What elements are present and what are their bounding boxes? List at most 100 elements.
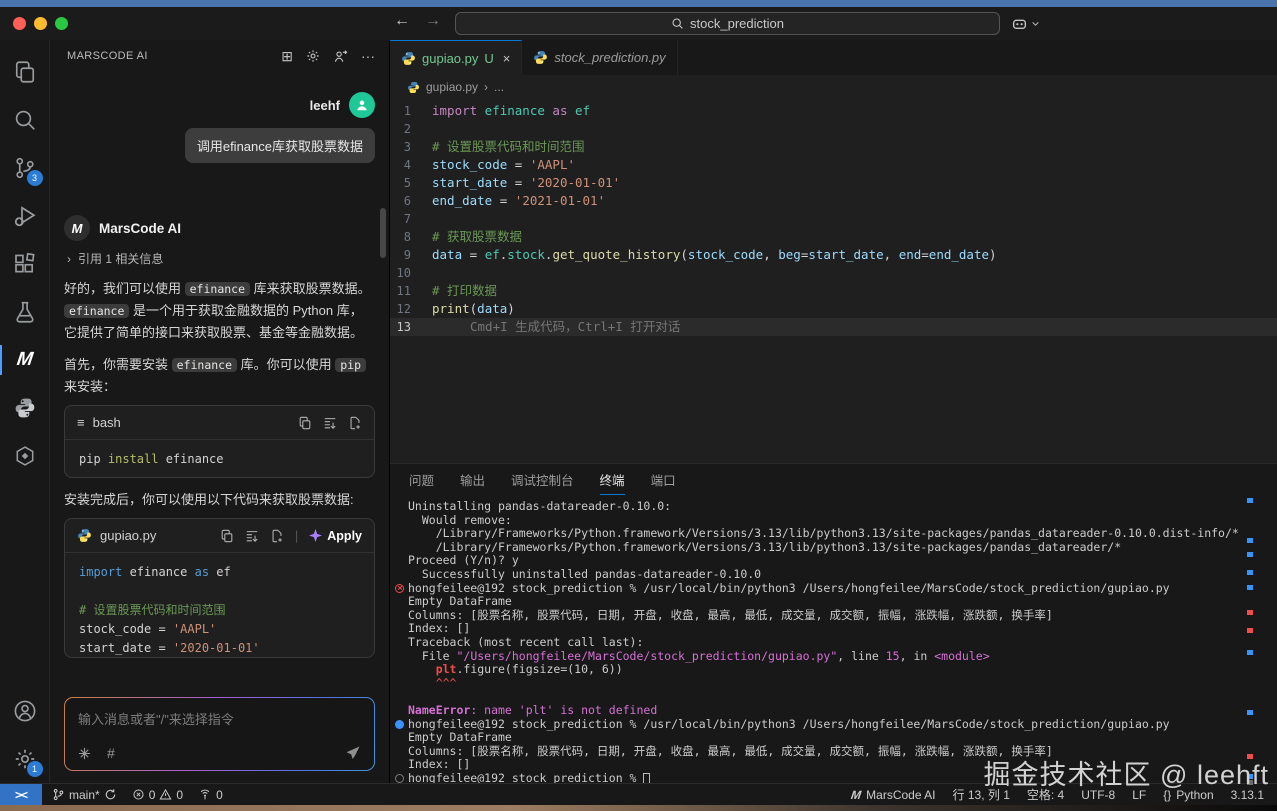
code-line: start_date = '2020-01-01' xyxy=(79,639,360,658)
terminal-line: Empty DataFrame xyxy=(408,731,1241,745)
forward-icon[interactable]: → xyxy=(425,12,441,30)
code-line: stock_code = 'AAPL' xyxy=(79,620,360,639)
terminal-line: Proceed (Y/n)? y xyxy=(408,554,1241,568)
chevron-right-icon: › xyxy=(67,252,71,266)
traffic-lights xyxy=(13,17,68,30)
settings-button[interactable]: 1 xyxy=(0,735,50,783)
terminal-line: /Library/Frameworks/Python.framework/Ver… xyxy=(408,527,1241,541)
terminal-overview-mark xyxy=(1247,498,1253,503)
bash-code-block: ≡ bash xyxy=(64,405,375,478)
terminal-line: Would remove: xyxy=(408,514,1241,528)
chat-input-placeholder: 输入消息或者"/"来选择指令 xyxy=(78,712,234,727)
command-decoration-pending[interactable] xyxy=(395,774,404,783)
marscode-status[interactable]: M MarsCode AI xyxy=(851,788,935,802)
panel-tab-terminal[interactable]: 终端 xyxy=(600,464,625,495)
account-button[interactable] xyxy=(0,687,50,735)
command-decoration-ok[interactable] xyxy=(395,720,404,729)
editor-line: 13Cmd+I 生成代码，Ctrl+I 打开对话 xyxy=(390,318,1277,336)
tab-bar: gupiao.py U × stock_prediction.py xyxy=(390,40,1277,75)
copilot-menu[interactable] xyxy=(1011,15,1040,32)
commands-sparkle-icon[interactable] xyxy=(78,747,91,760)
panel-settings-icon[interactable] xyxy=(306,49,320,63)
search-text: stock_prediction xyxy=(690,16,784,31)
sidebar-item-python[interactable] xyxy=(0,384,50,432)
sidebar-scrollbar[interactable] xyxy=(380,208,386,258)
broadcast-count: 0 xyxy=(216,788,223,802)
breadcrumb[interactable]: gupiao.py › ... xyxy=(390,75,1277,99)
context-hash-icon[interactable]: # xyxy=(107,745,115,761)
chevron-right-icon: › xyxy=(484,80,488,94)
hexagon-extension-icon xyxy=(14,445,36,467)
panel-tab-bar: 问题 输出 调试控制台 终端 端口 xyxy=(390,464,1277,495)
reference-toggle[interactable]: › 引用 1 相关信息 xyxy=(64,250,375,267)
panel-tab-ports[interactable]: 端口 xyxy=(651,464,676,495)
copy-icon[interactable] xyxy=(298,416,312,430)
panel-tab-debug-console[interactable]: 调试控制台 xyxy=(511,464,574,495)
inline-code: efinance xyxy=(185,282,250,296)
code-line xyxy=(79,582,360,601)
problems-status[interactable]: 0 0 xyxy=(132,788,183,802)
tab-gupiao[interactable]: gupiao.py U × xyxy=(390,40,522,75)
panel-tab-problems[interactable]: 问题 xyxy=(409,464,434,495)
sidebar-item-search[interactable] xyxy=(0,96,50,144)
code-editor[interactable]: 1import efinance as ef23# 设置股票代码和时间范围4st… xyxy=(390,99,1277,463)
minimize-window-button[interactable] xyxy=(34,17,47,30)
user-message-bubble: 调用efinance库获取股票数据 xyxy=(185,128,375,163)
assistant-header: M MarsCode AI xyxy=(64,215,375,241)
search-icon xyxy=(13,108,37,132)
maximize-window-button[interactable] xyxy=(55,17,68,30)
editor-line: 9data = ef.stock.get_quote_history(stock… xyxy=(390,246,1277,264)
close-window-button[interactable] xyxy=(13,17,26,30)
broadcast-status[interactable]: 0 xyxy=(198,788,223,802)
editor-line: 2 xyxy=(390,120,1277,138)
terminal-cursor xyxy=(643,773,650,783)
sidebar-item-run-debug[interactable] xyxy=(0,192,50,240)
insert-at-cursor-icon[interactable] xyxy=(245,529,259,543)
activity-bar: 3 M xyxy=(0,40,50,783)
terminal-line: Columns: [股票名称, 股票代码, 日期, 开盘, 收盘, 最高, 最低… xyxy=(408,609,1241,623)
new-chat-icon[interactable]: ⊞ xyxy=(281,48,293,65)
command-center-search[interactable]: stock_prediction xyxy=(455,12,1000,35)
branch-status[interactable]: main* xyxy=(52,788,117,802)
sidebar-item-extensions[interactable] xyxy=(0,240,50,288)
panel-tab-output[interactable]: 输出 xyxy=(460,464,485,495)
editor-line: 12print(data) xyxy=(390,300,1277,318)
apply-button[interactable]: Apply xyxy=(309,529,362,543)
feedback-icon[interactable] xyxy=(333,49,348,64)
insert-at-cursor-icon[interactable] xyxy=(323,416,337,430)
editor-line: 5start_date = '2020-01-01' xyxy=(390,174,1277,192)
back-icon[interactable]: ← xyxy=(394,12,410,30)
python-icon xyxy=(14,397,36,419)
assistant-paragraph: 好的，我们可以使用 efinance 库来获取股票数据。efinance 是一个… xyxy=(64,278,375,343)
send-icon[interactable] xyxy=(345,745,361,761)
scm-badge: 3 xyxy=(27,170,43,186)
editor-line: 7 xyxy=(390,210,1277,228)
command-decoration-error[interactable] xyxy=(395,584,404,593)
new-file-icon[interactable] xyxy=(270,529,284,543)
inline-code: efinance xyxy=(64,304,129,318)
sidebar-item-explorer[interactable] xyxy=(0,48,50,96)
new-file-icon[interactable] xyxy=(348,416,362,430)
more-icon[interactable]: ··· xyxy=(361,48,375,64)
python-icon xyxy=(401,51,416,66)
sidebar-item-source-control[interactable]: 3 xyxy=(0,144,50,192)
close-icon[interactable]: × xyxy=(503,51,511,66)
tab-stock-prediction[interactable]: stock_prediction.py xyxy=(522,40,677,75)
assistant-paragraph: 首先，你需要安装 efinance 库。你可以使用 pip 来安装： xyxy=(64,354,375,397)
sidebar-item-extension-hex[interactable] xyxy=(0,432,50,480)
terminal-line: Traceback (most recent call last): xyxy=(408,636,1241,650)
copy-icon[interactable] xyxy=(220,529,234,543)
terminal-overview-mark xyxy=(1247,552,1253,557)
remote-indicator[interactable]: >< xyxy=(0,784,42,805)
sidebar-item-testing[interactable] xyxy=(0,288,50,336)
chat-transcript[interactable]: leehf 调用efinance库获取股票数据 M MarsCode AI › … xyxy=(50,72,389,689)
chat-input[interactable]: 输入消息或者"/"来选择指令 # xyxy=(65,698,374,770)
error-icon xyxy=(132,788,145,801)
sidebar-item-marscode-ai[interactable]: M xyxy=(0,336,50,384)
terminal-overview-mark xyxy=(1247,610,1253,615)
terminal[interactable]: Uninstalling pandas-datareader-0.10.0: W… xyxy=(390,495,1277,783)
titlebar: ← → stock_prediction xyxy=(0,7,1277,40)
git-branch-icon xyxy=(52,788,65,801)
code-block-header: ≡ bash xyxy=(65,406,374,440)
git-untracked-badge: U xyxy=(484,51,493,66)
